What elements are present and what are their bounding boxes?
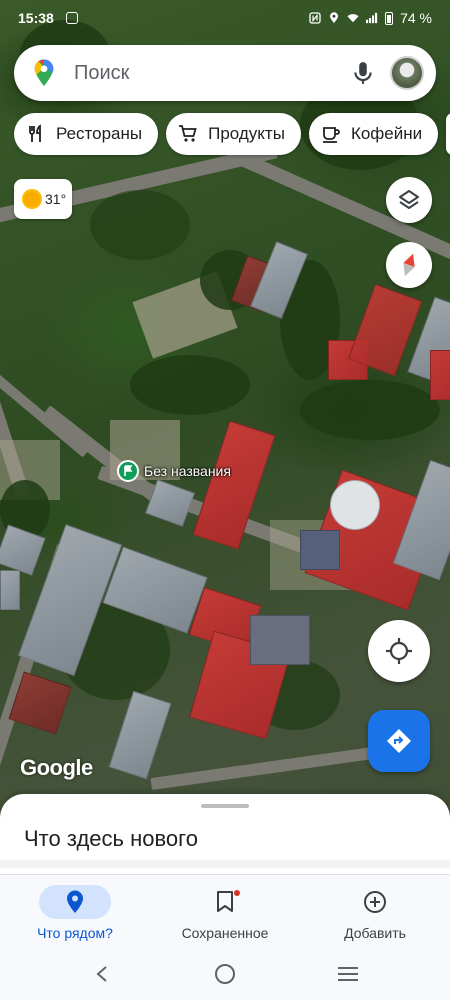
marker-label: Без названия (144, 463, 231, 479)
drag-handle[interactable] (201, 804, 249, 808)
back-button[interactable] (87, 959, 117, 989)
chip-label: Рестораны (56, 124, 143, 143)
layers-button[interactable] (386, 177, 432, 223)
nav-icon-wrap (339, 885, 411, 919)
crosshair-icon (386, 638, 412, 664)
nfc-icon (309, 12, 321, 24)
bookmark-icon (217, 891, 233, 912)
search-input[interactable]: Поиск (74, 62, 350, 85)
chip-coffee[interactable]: Кофейни (308, 113, 439, 155)
nav-label: Что рядом? (37, 925, 113, 941)
recents-button[interactable] (333, 959, 363, 989)
chip-restaurants[interactable]: Рестораны (14, 113, 159, 155)
battery-icon (385, 11, 394, 25)
chip-groceries[interactable]: Продукты (166, 113, 301, 155)
nav-icon-wrap (39, 885, 111, 919)
status-time: 15:38 (18, 10, 54, 26)
instagram-icon (65, 12, 78, 24)
place-marker[interactable]: Без названия (117, 460, 231, 482)
google-logo: Google (20, 755, 93, 780)
notification-badge (234, 890, 240, 896)
category-chips: Рестораны Продукты Кофейни (14, 113, 450, 155)
nav-explore[interactable]: Что рядом? (0, 875, 150, 948)
nav-label: Добавить (344, 925, 406, 941)
coffee-icon (322, 127, 340, 143)
bottom-navigation: Что рядом? Сохраненное Добавить (0, 874, 450, 948)
back-icon (96, 966, 107, 982)
restaurant-icon (29, 124, 41, 142)
divider (0, 860, 450, 868)
sun-icon (24, 191, 40, 207)
wifi-icon (347, 14, 359, 23)
weather-badge[interactable]: 31° (14, 179, 72, 219)
compass-button[interactable] (386, 242, 432, 288)
location-icon (330, 12, 339, 23)
location-pin-icon (67, 890, 83, 913)
system-navigation (0, 948, 450, 1000)
chip-more[interactable] (446, 113, 450, 155)
weather-temperature: 31° (45, 191, 67, 207)
cart-icon (179, 125, 197, 142)
recents-icon (338, 967, 359, 981)
home-icon (214, 964, 235, 984)
chip-label: Кофейни (350, 124, 423, 143)
add-circle-icon (364, 891, 386, 913)
chip-label: Продукты (208, 124, 285, 143)
layers-icon (399, 190, 419, 209)
avatar[interactable] (390, 56, 424, 90)
search-bar[interactable]: Поиск (14, 45, 436, 101)
compass-icon (403, 253, 415, 277)
nav-icon-wrap (189, 885, 261, 919)
nav-saved[interactable]: Сохраненное (150, 875, 300, 948)
nav-contribute[interactable]: Добавить (300, 875, 450, 948)
my-location-button[interactable] (368, 620, 430, 682)
mic-icon[interactable] (350, 60, 376, 86)
sheet-title: Что здесь нового (24, 826, 198, 851)
signal-icon (366, 12, 378, 24)
bottom-sheet[interactable]: Что здесь нового (0, 794, 450, 874)
nav-label: Сохраненное (181, 925, 269, 941)
flag-icon (117, 460, 139, 482)
google-maps-pin-icon (34, 59, 54, 87)
battery-percent: 74 % (400, 10, 432, 26)
home-button[interactable] (210, 959, 240, 989)
status-bar: 15:38 74 % (0, 0, 450, 36)
directions-button[interactable] (368, 710, 430, 772)
directions-icon (387, 729, 411, 753)
